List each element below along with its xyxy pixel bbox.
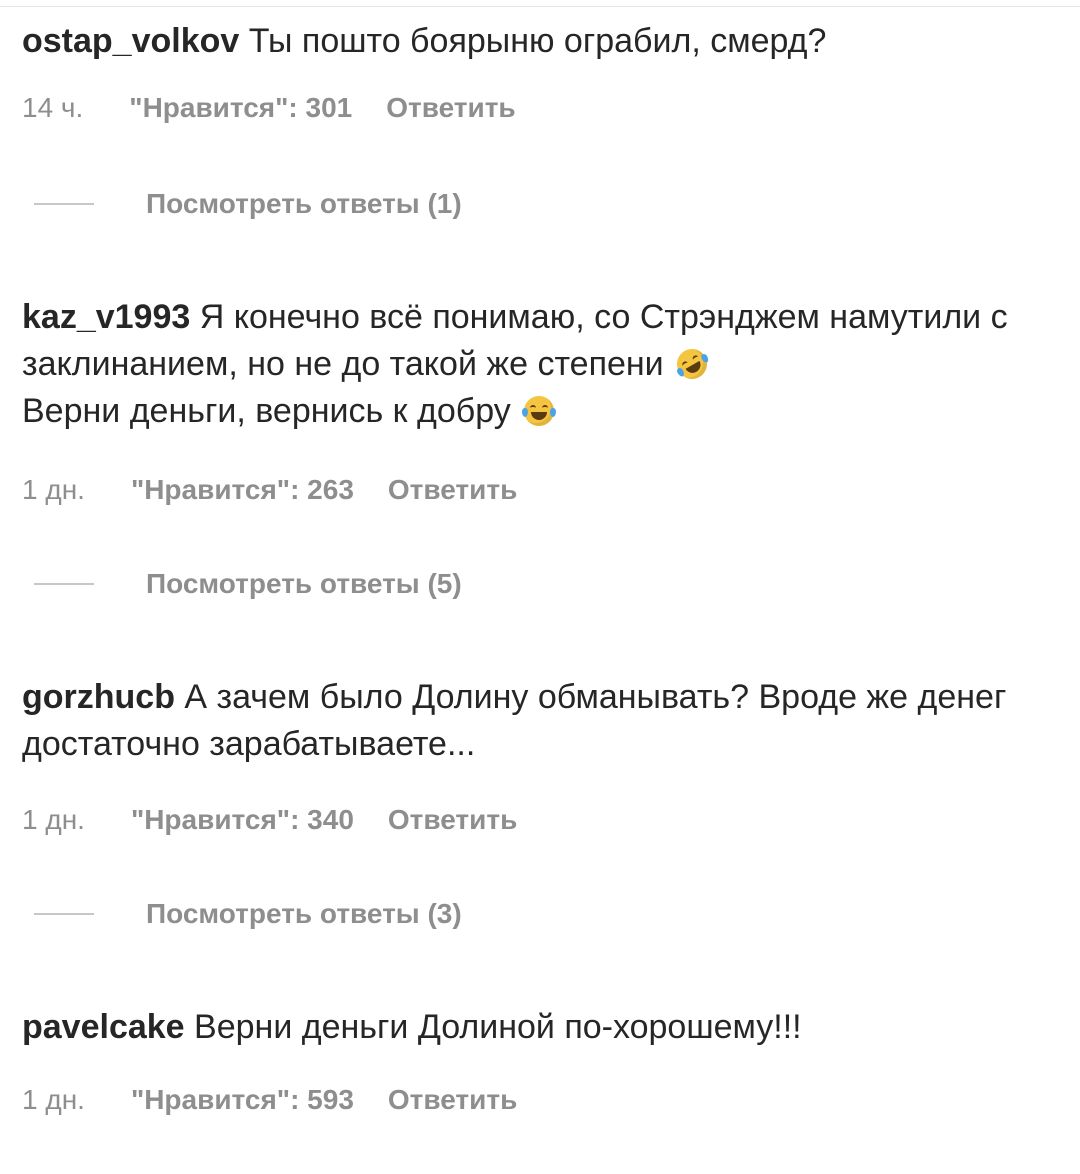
comment-username[interactable]: gorzhucb [22, 678, 175, 716]
comment-body: pavelcake Верни деньги Долиной по-хороше… [22, 1004, 1062, 1051]
comment-likes[interactable]: "Нравится": 340 [131, 804, 354, 835]
replies-line [34, 913, 94, 915]
reply-button[interactable]: Ответить [388, 474, 517, 505]
comment-username[interactable]: kaz_v1993 [22, 298, 190, 336]
replies-line [34, 203, 94, 205]
top-divider [0, 6, 1080, 7]
reply-button[interactable]: Ответить [388, 1084, 517, 1115]
view-replies-label: Посмотреть ответы (3) [146, 898, 462, 929]
comment-username[interactable]: pavelcake [22, 1008, 185, 1046]
comment-time: 1 дн. [22, 804, 85, 835]
comment-time: 1 дн. [22, 474, 85, 505]
comment-body: ostap_volkov Ты пошто боярыню ограбил, с… [22, 18, 1062, 65]
comment-likes[interactable]: "Нравится": 263 [131, 474, 354, 505]
comment-likes[interactable]: "Нравится": 301 [129, 92, 352, 123]
comment-meta: 1 дн. "Нравится": 593 Ответить [22, 1082, 1062, 1118]
rolling-on-floor-laughing-emoji-icon [671, 343, 713, 385]
view-replies-button[interactable]: Посмотреть ответы (1) [34, 188, 462, 220]
comment-meta: 1 дн. "Нравится": 340 Ответить [22, 802, 1062, 838]
comment-meta: 14 ч. "Нравится": 301 Ответить [22, 90, 1062, 126]
comment-username[interactable]: ostap_volkov [22, 22, 239, 60]
comment-body: gorzhucb А зачем было Долину обманывать?… [22, 674, 1062, 768]
comment-text-continued: Верни деньги, вернись к добру [22, 392, 521, 430]
comment-body: kaz_v1993 Я конечно всё понимаю, со Стрэ… [22, 294, 1062, 435]
reply-button[interactable]: Ответить [386, 92, 515, 123]
replies-line [34, 583, 94, 585]
comment-time: 14 ч. [22, 92, 84, 123]
view-replies-label: Посмотреть ответы (1) [146, 188, 462, 219]
comment-likes[interactable]: "Нравится": 593 [131, 1084, 354, 1115]
comment-text: Верни деньги Долиной по-хорошему!!! [184, 1008, 802, 1046]
comment-item: gorzhucb А зачем было Долину обманывать?… [22, 674, 1062, 768]
comment-item: pavelcake Верни деньги Долиной по-хороше… [22, 1004, 1062, 1051]
comment-text: Ты пошто боярыню ограбил, смерд? [239, 22, 827, 60]
tears-of-joy-emoji-icon [522, 396, 557, 426]
comment-item: ostap_volkov Ты пошто боярыню ограбил, с… [22, 18, 1062, 65]
view-replies-label: Посмотреть ответы (5) [146, 568, 462, 599]
view-replies-button[interactable]: Посмотреть ответы (3) [34, 898, 462, 930]
comment-meta: 1 дн. "Нравится": 263 Ответить [22, 472, 1062, 508]
view-replies-button[interactable]: Посмотреть ответы (5) [34, 568, 462, 600]
comment-item: kaz_v1993 Я конечно всё понимаю, со Стрэ… [22, 294, 1062, 435]
comment-time: 1 дн. [22, 1084, 85, 1115]
reply-button[interactable]: Ответить [388, 804, 517, 835]
